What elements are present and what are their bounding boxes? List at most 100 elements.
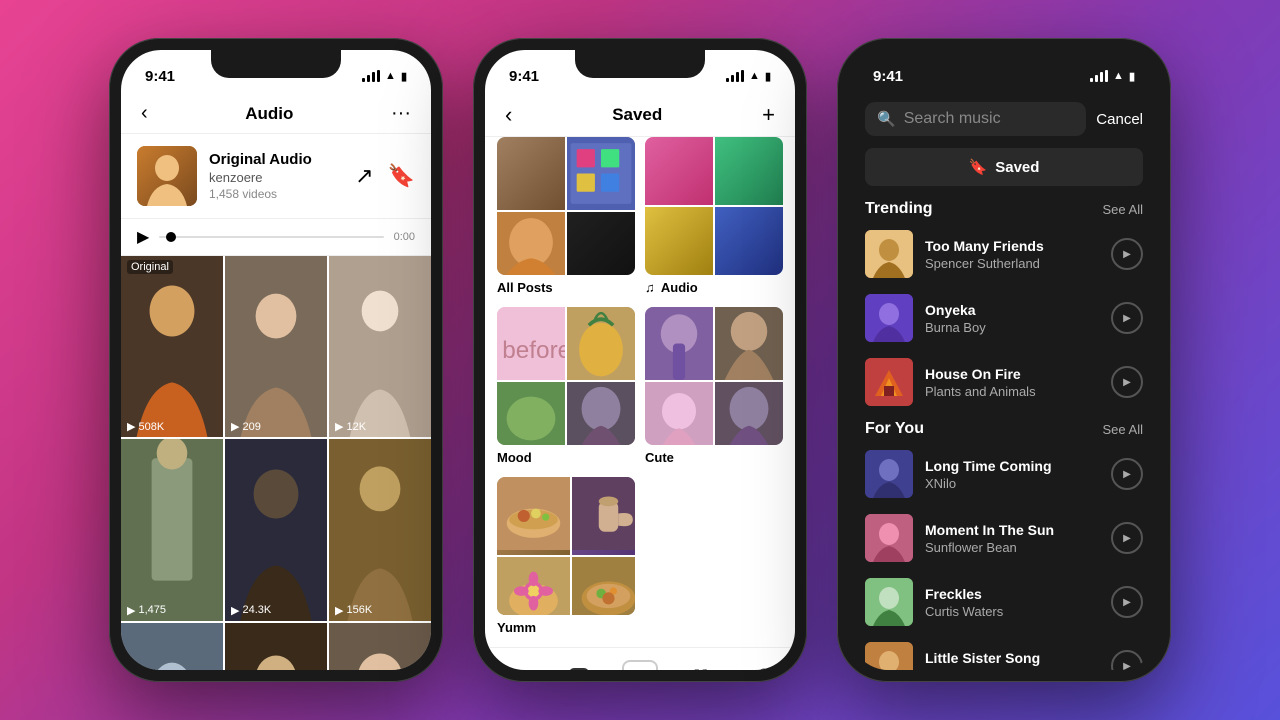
video-cell[interactable]: ▶1,475 bbox=[121, 439, 223, 620]
saved-row-3: Yumm bbox=[497, 477, 783, 635]
for-you-item-1[interactable]: Long Time Coming XNilo ▶ bbox=[849, 442, 1159, 506]
play-button-fy4[interactable]: ▶ bbox=[1111, 650, 1143, 670]
share-icon[interactable]: ↗ bbox=[355, 163, 373, 189]
play-button-fy3[interactable]: ▶ bbox=[1111, 586, 1143, 618]
yumm-grid bbox=[497, 477, 635, 615]
audio-header: Original Audio kenzoere 1,458 videos ↗ 🔖 bbox=[121, 134, 431, 219]
video-cell[interactable]: Original ▶508K bbox=[121, 256, 223, 437]
phone-2: 9:41 ▲ ▮ ‹ Saved + bbox=[473, 38, 807, 682]
for-you-item-4[interactable]: Little Sister Song Kid Sistr ▶ bbox=[849, 634, 1159, 670]
cell bbox=[497, 382, 565, 445]
signal-bar bbox=[1090, 78, 1093, 82]
phone-3-screen: 9:41 ▲ ▮ 🔍 Search music Cancel 🔖 bbox=[849, 50, 1159, 670]
music-info-3: House On Fire Plants and Animals bbox=[925, 366, 1099, 399]
song-artist-1: Spencer Sutherland bbox=[925, 256, 1099, 271]
for-you-item-3[interactable]: Freckles Curtis Waters ▶ bbox=[849, 570, 1159, 634]
song-title-3: House On Fire bbox=[925, 366, 1099, 382]
profile-nav-item[interactable] bbox=[744, 658, 784, 670]
saved-row-1: All Posts ♫ Audio bbox=[497, 137, 783, 295]
signal-bar bbox=[1095, 75, 1098, 82]
cute-collection[interactable]: Cute bbox=[645, 307, 783, 465]
music-info-fy4: Little Sister Song Kid Sistr bbox=[925, 650, 1099, 671]
play-button-1[interactable]: ▶ bbox=[1111, 238, 1143, 270]
saved-title: Saved bbox=[612, 105, 662, 125]
song-artist-3: Plants and Animals bbox=[925, 384, 1099, 399]
saved-content: All Posts ♫ Audio bbox=[485, 137, 795, 647]
saved-music-button[interactable]: 🔖 Saved bbox=[865, 148, 1143, 186]
audio-player: ▶ 0:00 bbox=[121, 219, 431, 256]
avatar-image bbox=[137, 146, 197, 206]
battery-icon: ▮ bbox=[765, 70, 771, 83]
video-cell[interactable]: ▶209 bbox=[225, 256, 327, 437]
play-button-fy2[interactable]: ▶ bbox=[1111, 522, 1143, 554]
more-button[interactable]: ··· bbox=[391, 102, 411, 125]
trending-see-all[interactable]: See All bbox=[1103, 202, 1143, 217]
video-cell[interactable] bbox=[329, 623, 431, 670]
back-button-2[interactable]: ‹ bbox=[505, 102, 512, 128]
cell bbox=[567, 307, 635, 380]
all-posts-label: All Posts bbox=[497, 280, 635, 295]
all-posts-collection[interactable]: All Posts bbox=[497, 137, 635, 295]
song-artist-fy4: Kid Sistr bbox=[925, 668, 1099, 671]
trending-item-1[interactable]: Too Many Friends Spencer Sutherland ▶ bbox=[849, 222, 1159, 286]
trending-item-3[interactable]: House On Fire Plants and Animals ▶ bbox=[849, 350, 1159, 414]
bookmark-icon[interactable]: 🔖 bbox=[388, 163, 415, 189]
saved-button-label: Saved bbox=[995, 159, 1039, 176]
play-button-fy1[interactable]: ▶ bbox=[1111, 458, 1143, 490]
mood-collection[interactable]: Don't give up before you even fly bbox=[497, 307, 635, 465]
video-cell[interactable] bbox=[121, 623, 223, 670]
signal-bar bbox=[741, 70, 744, 82]
song-artist-2: Burna Boy bbox=[925, 320, 1099, 335]
trending-header: Trending See All bbox=[849, 194, 1159, 222]
video-views: ▶24.3K bbox=[231, 604, 271, 617]
video-cell[interactable]: ▶156K bbox=[329, 439, 431, 620]
video-views: ▶508K bbox=[127, 420, 164, 433]
home-nav-item[interactable]: ⌂ bbox=[496, 658, 536, 670]
for-you-title: For You bbox=[865, 420, 924, 438]
video-cell[interactable]: ▶24.3K bbox=[225, 439, 327, 620]
audio-collection[interactable]: ♫ Audio bbox=[645, 137, 783, 295]
song-title-1: Too Many Friends bbox=[925, 238, 1099, 254]
audio-title: Original Audio bbox=[209, 151, 343, 168]
song-title-2: Onyeka bbox=[925, 302, 1099, 318]
search-input-wrap[interactable]: 🔍 Search music bbox=[865, 102, 1086, 136]
back-button[interactable]: ‹ bbox=[141, 102, 148, 125]
signal-bar bbox=[362, 78, 365, 82]
mood-label: Mood bbox=[497, 450, 635, 465]
for-you-header: For You See All bbox=[849, 414, 1159, 442]
cancel-button[interactable]: Cancel bbox=[1096, 111, 1143, 128]
cell bbox=[497, 137, 565, 210]
video-cell-use-audio[interactable]: 📷 Use Audio bbox=[225, 623, 327, 670]
play-button-3[interactable]: ▶ bbox=[1111, 366, 1143, 398]
svg-text:Don't give up before you even: Don't give up before you even fly bbox=[497, 337, 565, 364]
cell bbox=[715, 382, 783, 445]
art-visual-2 bbox=[865, 294, 913, 342]
search-placeholder[interactable]: Search music bbox=[904, 110, 1001, 128]
signal-3 bbox=[1090, 70, 1108, 82]
add-nav-item[interactable]: + bbox=[622, 660, 658, 670]
music-info-fy1: Long Time Coming XNilo bbox=[925, 458, 1099, 491]
video-cell[interactable]: ▶12K bbox=[329, 256, 431, 437]
phone-2-screen: 9:41 ▲ ▮ ‹ Saved + bbox=[485, 50, 795, 670]
album-art-2 bbox=[865, 294, 913, 342]
for-you-see-all[interactable]: See All bbox=[1103, 422, 1143, 437]
notch-2 bbox=[575, 50, 705, 78]
cell bbox=[567, 382, 635, 445]
album-art-fy3 bbox=[865, 578, 913, 626]
signal-bar bbox=[736, 72, 739, 82]
video-views: ▶12K bbox=[335, 420, 366, 433]
yumm-cell bbox=[497, 557, 570, 615]
reels-nav-item[interactable] bbox=[559, 658, 599, 670]
cell bbox=[715, 207, 783, 275]
add-collection-button[interactable]: + bbox=[762, 102, 775, 128]
music-info-2: Onyeka Burna Boy bbox=[925, 302, 1099, 335]
trending-item-2[interactable]: Onyeka Burna Boy ▶ bbox=[849, 286, 1159, 350]
song-title-fy2: Moment In The Sun bbox=[925, 522, 1099, 538]
progress-bar[interactable] bbox=[159, 236, 383, 238]
yumm-collection[interactable]: Yumm bbox=[497, 477, 635, 635]
activity-nav-item[interactable]: ♡ bbox=[681, 658, 721, 670]
status-icons-3: ▲ ▮ bbox=[1090, 70, 1135, 83]
for-you-item-2[interactable]: Moment In The Sun Sunflower Bean ▶ bbox=[849, 506, 1159, 570]
play-button[interactable]: ▶ bbox=[137, 227, 149, 247]
play-button-2[interactable]: ▶ bbox=[1111, 302, 1143, 334]
